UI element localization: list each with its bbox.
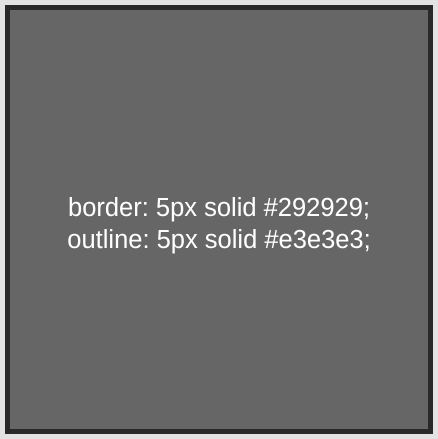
border-rule-text: border: 5px solid #292929;: [68, 193, 370, 222]
outline-rule-text: outline: 5px solid #e3e3e3;: [67, 225, 371, 254]
demo-box: border: 5px solid #292929; outline: 5px …: [5, 5, 433, 434]
